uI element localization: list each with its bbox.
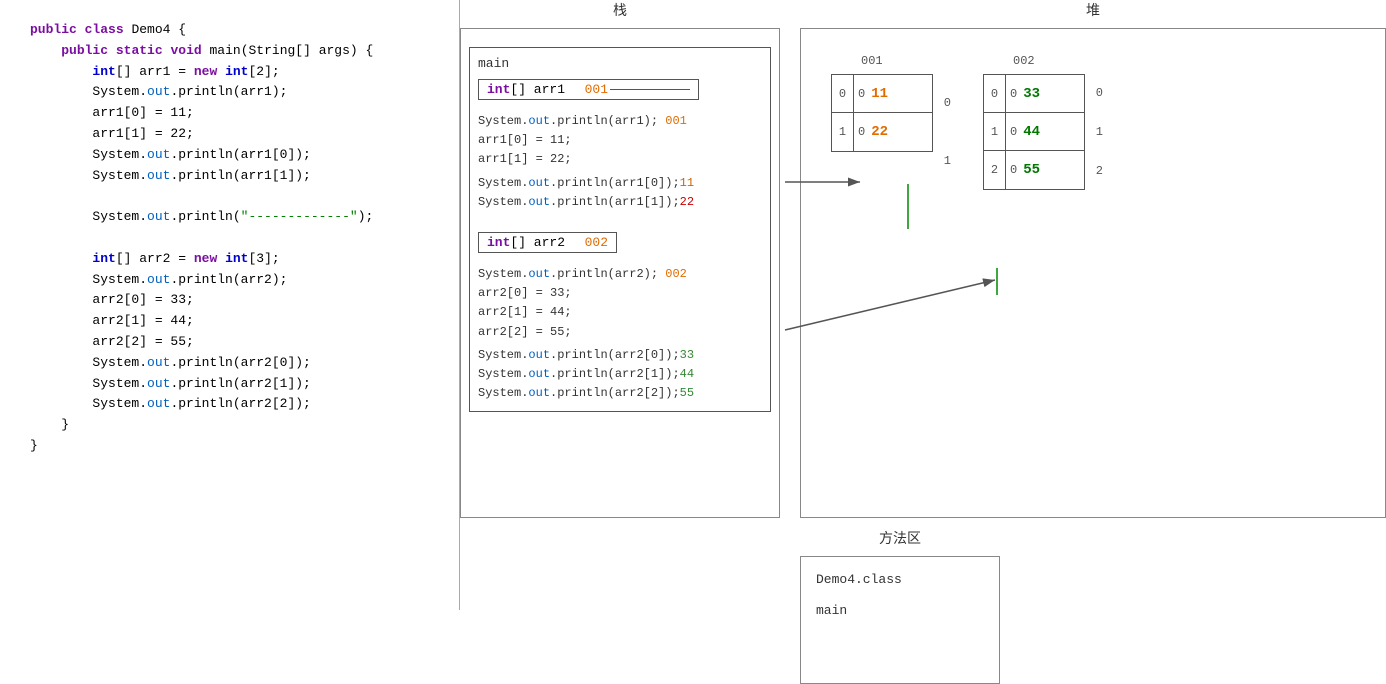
- code-line: arr2[1] = 44;: [30, 311, 439, 332]
- heap-array-001: 001 0 0 11 1 0 2: [831, 74, 933, 190]
- heap-array-001-cells: 0 0 11 1 0 22: [831, 74, 933, 152]
- heap-cell: 0 0 33: [984, 75, 1084, 113]
- code-line: arr1[0] = 11;: [30, 103, 439, 124]
- arr2-stack-code: System.out.println(arr2); 002 arr2[0] = …: [478, 265, 762, 403]
- heap-section: 堆 001 0 0 11: [800, 0, 1386, 518]
- heap-cell-value: 33: [1017, 86, 1040, 102]
- code-line: int[] arr1 = new int[2];: [30, 62, 439, 83]
- method-title: 方法区: [800, 528, 1000, 548]
- bottom-area: 方法区 Demo4.class main: [460, 528, 1386, 656]
- code-line: System.out.println(arr1[0]);: [30, 145, 439, 166]
- code-line: System.out.println(arr2);: [30, 270, 439, 291]
- code-line: [30, 228, 439, 249]
- heap-cell: 0 0 11: [832, 75, 932, 113]
- code-line: public class Demo4 {: [30, 20, 439, 41]
- heap-cell-value: 22: [865, 124, 888, 140]
- stack-code: System.out.println(arr1); 001 arr1[0] = …: [478, 112, 762, 212]
- arr2-var-box: int[] arr2 002: [478, 232, 617, 253]
- main-frame: main int[] arr1 001 System.out.println(a…: [469, 47, 771, 412]
- code-line: System.out.println("-------------");: [30, 207, 439, 228]
- code-line: }: [30, 415, 439, 436]
- code-panel: public class Demo4 { public static void …: [0, 0, 460, 610]
- method-box: Demo4.class main: [800, 556, 1000, 684]
- diagrams-panel: 栈 main int[] arr1 001 System.out.println…: [460, 0, 1386, 610]
- code-line: System.out.println(arr2[2]);: [30, 394, 439, 415]
- code-line: arr2[2] = 55;: [30, 332, 439, 353]
- code-line: public static void main(String[] args) {: [30, 41, 439, 62]
- heap-cell-value: 11: [865, 86, 888, 102]
- stack-title: 栈: [460, 0, 780, 20]
- code-line: }: [30, 436, 439, 457]
- heap-title: 堆: [800, 0, 1386, 20]
- code-line: System.out.println(arr1);: [30, 82, 439, 103]
- arr1-var-box: int[] arr1 001: [478, 79, 699, 100]
- code-line: System.out.println(arr1[1]);: [30, 166, 439, 187]
- heap-cell-value: 44: [1017, 124, 1040, 140]
- code-line: [30, 186, 439, 207]
- heap-cell: 1 0 44: [984, 113, 1084, 151]
- stack-box: main int[] arr1 001 System.out.println(a…: [460, 28, 780, 518]
- heap-array-001-id: 001: [861, 54, 883, 68]
- heap-cell: 1 0 22: [832, 113, 932, 151]
- heap-cell: 2 0 55: [984, 151, 1084, 189]
- heap-cell-value: 55: [1017, 162, 1040, 178]
- heap-inner: 001 0 0 11 1 0 2: [811, 39, 1375, 190]
- method-section: 方法区 Demo4.class main: [800, 528, 1000, 656]
- heap-box: 001 0 0 11 1 0 2: [800, 28, 1386, 518]
- code-line: arr2[0] = 33;: [30, 290, 439, 311]
- top-area: 栈 main int[] arr1 001 System.out.println…: [460, 0, 1386, 518]
- code-line: System.out.println(arr2[0]);: [30, 353, 439, 374]
- stack-section: 栈 main int[] arr1 001 System.out.println…: [460, 0, 780, 518]
- heap-array-002-id: 002: [1013, 54, 1035, 68]
- method-content: Demo4.class main: [811, 567, 989, 623]
- code-line: int[] arr2 = new int[3];: [30, 249, 439, 270]
- code-line: arr1[1] = 22;: [30, 124, 439, 145]
- heap-array-002: 002 0 0 33 1 0 4: [983, 74, 1085, 190]
- code-line: System.out.println(arr2[1]);: [30, 374, 439, 395]
- heap-array-002-cells: 0 0 33 1 0 44: [983, 74, 1085, 190]
- frame-label: main: [478, 56, 762, 71]
